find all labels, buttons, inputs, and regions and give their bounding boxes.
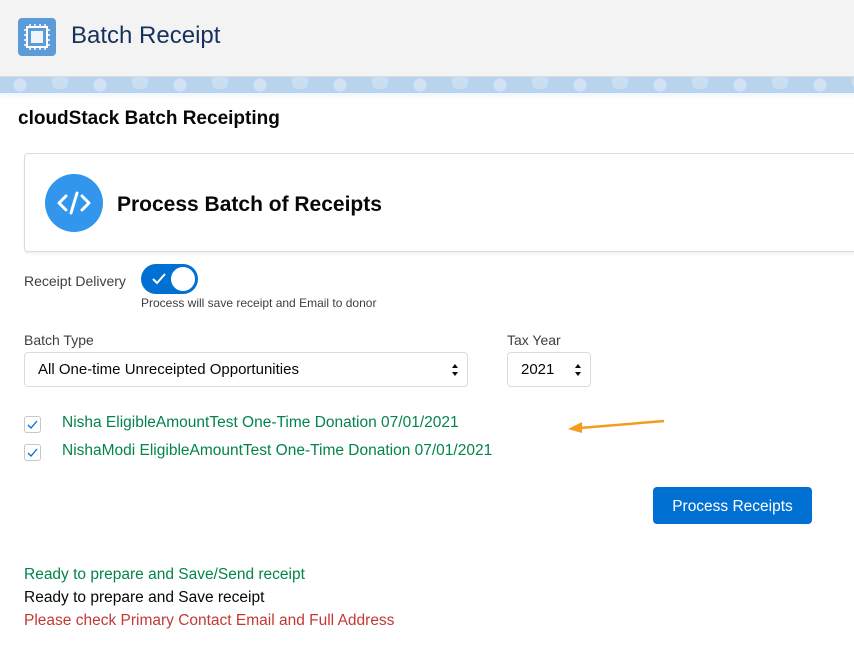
toggle-knob <box>171 267 195 291</box>
select-arrows-icon <box>575 364 581 376</box>
check-icon <box>27 448 38 457</box>
annotation-arrow-icon <box>568 419 665 433</box>
page-title: cloudStack Batch Receipting <box>18 108 280 129</box>
status-message-success: Ready to prepare and Save/Send receipt <box>24 566 305 583</box>
app-tile-icon <box>18 18 56 56</box>
app-title: Batch Receipt <box>71 22 221 49</box>
tax-year-select[interactable]: 2021 <box>507 352 591 387</box>
process-receipts-button[interactable]: Process Receipts <box>653 487 812 524</box>
app-header: Batch Receipt <box>0 0 854 77</box>
opportunity-label: NishaModi EligibleAmountTest One-Time Do… <box>62 442 493 459</box>
tax-year-label: Tax Year <box>507 332 561 348</box>
status-message-info: Ready to prepare and Save receipt <box>24 589 265 606</box>
receipt-delivery-toggle[interactable] <box>141 264 198 294</box>
receipt-delivery-label: Receipt Delivery <box>24 273 126 289</box>
check-icon <box>152 273 166 285</box>
opportunity-label: Nisha EligibleAmountTest One-Time Donati… <box>62 414 459 431</box>
decorative-banner <box>0 77 854 93</box>
batch-type-label: Batch Type <box>24 332 94 348</box>
tax-year-value: 2021 <box>521 361 555 378</box>
process-card-header: Process Batch of Receipts <box>24 153 854 252</box>
code-icon <box>45 174 103 232</box>
select-arrows-icon <box>452 364 458 376</box>
card-title: Process Batch of Receipts <box>117 193 382 216</box>
opportunity-checkbox[interactable] <box>24 444 41 461</box>
opportunity-checkbox[interactable] <box>24 416 41 433</box>
status-message-error: Please check Primary Contact Email and F… <box>24 612 395 629</box>
check-icon <box>27 420 38 429</box>
banner-fade <box>0 93 854 99</box>
batch-type-select[interactable]: All One-time Unreceipted Opportunities <box>24 352 468 387</box>
batch-type-value: All One-time Unreceipted Opportunities <box>38 361 299 378</box>
receipt-delivery-help: Process will save receipt and Email to d… <box>141 296 377 310</box>
